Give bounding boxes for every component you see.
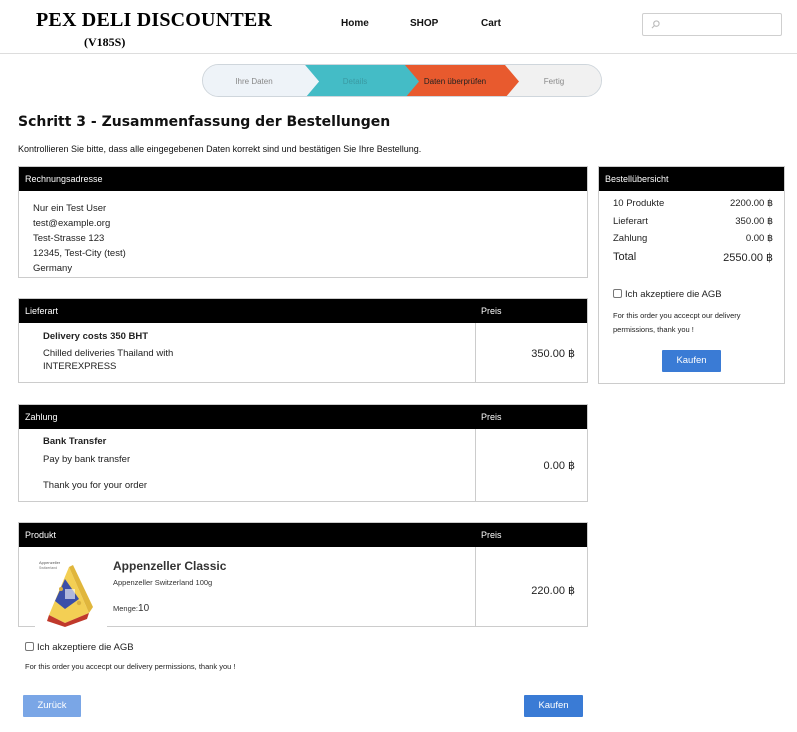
product-image[interactable]: Appenzeller Switzerland <box>35 555 107 629</box>
agb-label: Ich akzeptiere die AGB <box>625 289 722 300</box>
search-input[interactable] <box>665 17 775 33</box>
logo-title[interactable]: PEX DELI DISCOUNTER <box>36 9 272 32</box>
agb-label: Ich akzeptiere die AGB <box>37 642 134 653</box>
nav-shop[interactable]: SHOP <box>410 18 438 29</box>
summary-note: For this order you accecpt our delivery … <box>613 309 741 337</box>
price-column <box>475 429 476 501</box>
summary-agb-checkbox[interactable]: Ich akzeptiere die AGB <box>613 289 722 300</box>
step-arrow <box>301 65 519 96</box>
payment-thanks: Thank you for your order <box>43 480 148 491</box>
price-column <box>475 323 476 382</box>
shipping-price: 350.00 ฿ <box>531 348 575 360</box>
price-heading: Preis <box>481 306 502 316</box>
billing-heading-label: Rechnungsadresse <box>25 174 103 184</box>
summary-value: 350.00 ฿ <box>735 216 773 227</box>
agb-checkbox[interactable]: Ich akzeptiere die AGB <box>25 642 134 653</box>
address-line: Test-Strasse 123 <box>33 233 105 244</box>
search-icon <box>651 20 660 29</box>
summary-value: 0.00 ฿ <box>745 233 773 244</box>
summary-total-value: 2550.00 ฿ <box>723 252 773 264</box>
back-button[interactable]: Zurück <box>23 695 81 717</box>
svg-text:Switzerland: Switzerland <box>39 566 57 570</box>
delivery-note: For this order you accecpt our delivery … <box>25 662 236 671</box>
payment-heading-label: Zahlung <box>25 412 58 422</box>
checkbox-icon[interactable] <box>613 289 622 298</box>
product-desc: Appenzeller Switzerland 100g <box>113 578 213 587</box>
shipping-name: Delivery costs 350 BHT <box>43 331 149 342</box>
shipping-box: Lieferart Preis Delivery costs 350 BHT C… <box>18 298 588 383</box>
payment-heading: Zahlung Preis <box>19 405 587 429</box>
billing-address-box: Rechnungsadresse Nur ein Test User test@… <box>18 166 588 278</box>
product-price: 220.00 ฿ <box>531 585 575 597</box>
search-box[interactable] <box>642 13 782 36</box>
summary-label: Zahlung <box>613 233 648 244</box>
logo-subtitle: (V185S) <box>84 35 126 49</box>
checkbox-icon[interactable] <box>25 642 34 651</box>
summary-heading-label: Bestellübersicht <box>605 174 669 184</box>
product-quantity: Menge:10 <box>113 603 149 614</box>
billing-heading: Rechnungsadresse <box>19 167 587 191</box>
address-line: 12345, Test-City (test) <box>33 248 126 259</box>
note-line: permissions, thank you ! <box>613 325 694 334</box>
nav-cart[interactable]: Cart <box>481 18 501 29</box>
order-summary: Bestellübersicht 10 Produkte 2200.00 ฿ L… <box>598 166 785 384</box>
price-heading: Preis <box>481 530 502 540</box>
svg-text:Appenzeller: Appenzeller <box>39 560 61 565</box>
address-line: test@example.org <box>33 218 111 229</box>
summary-buy-button[interactable]: Kaufen <box>662 350 721 372</box>
buy-button[interactable]: Kaufen <box>524 695 583 717</box>
billing-address: Nur ein Test User test@example.org Test-… <box>33 201 126 276</box>
product-heading: Produkt Preis <box>19 523 587 547</box>
payment-desc: Pay by bank transfer <box>43 454 131 465</box>
shipping-desc-line1: Chilled deliveries Thailand with <box>43 348 174 359</box>
price-column <box>475 547 476 626</box>
payment-price: 0.00 ฿ <box>543 460 575 472</box>
summary-row-shipping: Lieferart 350.00 ฿ <box>613 216 773 227</box>
summary-total-label: Total <box>613 251 637 263</box>
product-heading-label: Produkt <box>25 530 57 540</box>
payment-box: Zahlung Preis Bank Transfer Pay by bank … <box>18 404 588 502</box>
page-intro: Kontrollieren Sie bitte, dass alle einge… <box>18 144 422 154</box>
page-title: Schritt 3 - Zusammenfassung der Bestellu… <box>18 114 391 130</box>
price-heading: Preis <box>481 412 502 422</box>
product-box: Produkt Preis Appenzeller Switzerland Ap… <box>18 522 588 629</box>
shipping-heading-label: Lieferart <box>25 306 59 316</box>
shipping-heading: Lieferart Preis <box>19 299 587 323</box>
payment-name: Bank Transfer <box>43 436 107 447</box>
address-line: Nur ein Test User <box>33 203 107 214</box>
product-name[interactable]: Appenzeller Classic <box>113 559 226 573</box>
summary-label: 10 Produkte <box>613 198 665 209</box>
note-line: For this order you accecpt our delivery <box>613 311 741 320</box>
summary-value: 2200.00 ฿ <box>729 198 773 209</box>
quantity-value: 10 <box>138 603 150 614</box>
summary-heading: Bestellübersicht <box>599 167 784 191</box>
address-line: Germany <box>33 263 73 274</box>
nav-home[interactable]: Home <box>341 18 369 29</box>
shipping-desc-line2: INTEREXPRESS <box>43 361 117 372</box>
summary-row-products: 10 Produkte 2200.00 ฿ <box>613 198 773 209</box>
site-header: PEX DELI DISCOUNTER (V185S) Home SHOP Ca… <box>0 0 797 54</box>
summary-row-payment: Zahlung 0.00 ฿ <box>613 233 773 244</box>
checkout-steps: Ihre Daten Details Daten überprüfen Fert… <box>202 64 602 97</box>
summary-label: Lieferart <box>613 216 648 227</box>
quantity-label: Menge: <box>113 604 139 613</box>
summary-row-total: Total 2550.00 ฿ <box>613 251 773 264</box>
